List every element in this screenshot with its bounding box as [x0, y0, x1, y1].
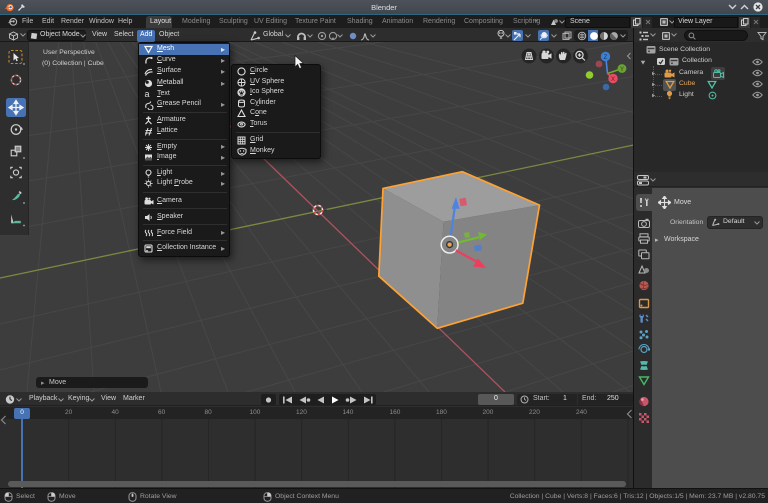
- svg-text:Z: Z: [604, 55, 608, 61]
- svg-text:X: X: [611, 77, 615, 83]
- svg-text:Y: Y: [620, 67, 624, 73]
